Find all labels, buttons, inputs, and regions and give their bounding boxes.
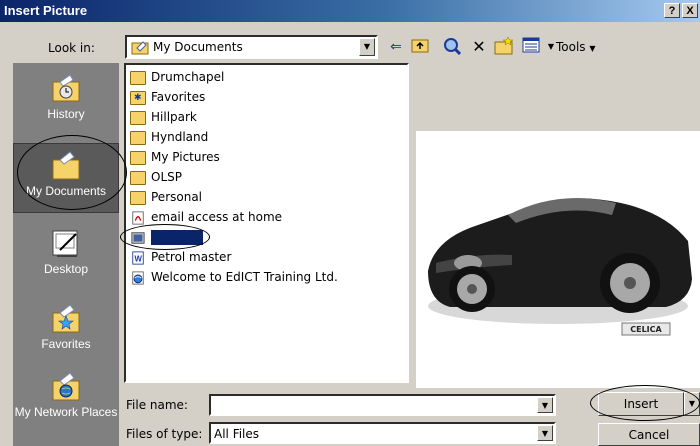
up-folder-icon[interactable]	[410, 37, 430, 57]
preview-badge-text: CELICA	[630, 325, 662, 334]
list-item[interactable]: Personal	[130, 188, 202, 206]
chevron-down-icon[interactable]: ▼	[537, 397, 553, 413]
file-list: Drumchapel ✱ Favorites Hillpark Hyndland …	[124, 63, 409, 383]
web-page-icon	[132, 270, 144, 285]
desktop-icon	[52, 230, 78, 257]
place-history[interactable]: History	[13, 73, 119, 135]
list-item[interactable]: Hillpark	[130, 108, 197, 126]
places-bar: History My Documents Desktop Favorites M…	[13, 63, 119, 446]
place-label-my-documents: My Documents	[25, 184, 107, 198]
selected-file-highlight	[151, 230, 203, 245]
help-button[interactable]: ?	[664, 3, 680, 18]
list-item[interactable]: Welcome to EdICT Training Ltd.	[130, 268, 338, 286]
new-folder-icon[interactable]	[494, 36, 514, 57]
list-item[interactable]: ✱ Favorites	[130, 88, 205, 106]
tools-label: Tools	[556, 40, 586, 54]
file-name-input[interactable]: ▼	[209, 394, 556, 416]
file-name-label: File name:	[126, 398, 188, 412]
insert-options-dropdown[interactable]: ▼	[684, 392, 700, 416]
place-my-documents[interactable]: My Documents	[13, 143, 119, 213]
list-item[interactable]: OLSP	[130, 168, 182, 186]
history-icon	[52, 74, 80, 102]
file-name: Hillpark	[151, 110, 197, 124]
chevron-down-icon[interactable]: ▼	[537, 425, 553, 441]
svg-text:W: W	[135, 254, 143, 263]
folder-icon	[130, 170, 146, 185]
back-arrow-icon[interactable]: ⇐	[386, 37, 406, 57]
search-web-icon[interactable]	[442, 37, 462, 57]
my-documents-icon	[131, 41, 149, 55]
list-item[interactable]: W Petrol master	[130, 248, 231, 266]
list-item[interactable]: My Pictures	[130, 148, 220, 166]
cancel-button[interactable]: Cancel	[598, 423, 700, 446]
insert-picture-dialog: Insert Picture ? X Look in: My Documents…	[0, 0, 700, 446]
favorites-folder-icon: ✱	[130, 90, 146, 105]
chevron-down-icon[interactable]: ▼	[359, 38, 375, 56]
file-name: Hyndland	[151, 130, 209, 144]
folder-icon	[130, 130, 146, 145]
file-name: Petrol master	[151, 250, 232, 264]
place-favorites[interactable]: Favorites	[13, 303, 119, 365]
insert-button-label: Insert	[623, 397, 659, 411]
list-item-selected[interactable]	[130, 228, 203, 246]
cancel-button-label: Cancel	[628, 428, 670, 442]
car-preview-image: CELICA	[416, 131, 700, 388]
place-label-network: My Network Places	[14, 405, 118, 419]
file-name: Personal	[151, 190, 203, 204]
insert-button[interactable]: Insert	[598, 392, 684, 416]
word-document-icon: W	[132, 250, 144, 265]
folder-icon	[130, 150, 146, 165]
file-type-label: Files of type:	[126, 427, 203, 441]
views-icon[interactable]	[521, 37, 541, 57]
place-label-desktop: Desktop	[43, 262, 89, 276]
file-name: Favorites	[151, 90, 206, 104]
place-label-favorites: Favorites	[41, 337, 91, 351]
image-file-icon	[131, 231, 145, 244]
folder-icon	[130, 70, 146, 85]
place-label-history: History	[47, 107, 85, 121]
network-places-icon	[52, 372, 80, 401]
look-in-select[interactable]: My Documents ▼	[125, 35, 378, 59]
title-bar: Insert Picture ? X	[0, 0, 700, 22]
file-type-select[interactable]: All Files ▼	[209, 422, 556, 444]
look-in-label: Look in:	[48, 41, 95, 55]
delete-icon[interactable]: ✕	[469, 37, 489, 57]
file-name: My Pictures	[151, 150, 220, 164]
window-title: Insert Picture	[4, 3, 88, 18]
list-item[interactable]: Hyndland	[130, 128, 208, 146]
folder-icon	[130, 190, 146, 205]
place-desktop[interactable]: Desktop	[13, 228, 119, 290]
list-item[interactable]: email access at home	[130, 208, 282, 226]
file-type-value: All Files	[214, 427, 260, 441]
pdf-file-icon	[132, 210, 144, 225]
place-network[interactable]: My Network Places	[13, 371, 119, 445]
close-button[interactable]: X	[682, 3, 698, 18]
file-name: Drumchapel	[151, 70, 225, 84]
file-name: Welcome to EdICT Training Ltd.	[151, 270, 338, 284]
file-name: OLSP	[151, 170, 182, 184]
file-name: email access at home	[151, 210, 283, 224]
favorites-icon	[52, 304, 80, 333]
list-item[interactable]: Drumchapel	[130, 68, 224, 86]
preview-pane: CELICA	[416, 63, 700, 388]
tools-menu[interactable]: Tools ▼	[556, 40, 596, 54]
my-documents-icon	[52, 151, 80, 180]
folder-icon	[130, 110, 146, 125]
look-in-value: My Documents	[153, 40, 243, 54]
